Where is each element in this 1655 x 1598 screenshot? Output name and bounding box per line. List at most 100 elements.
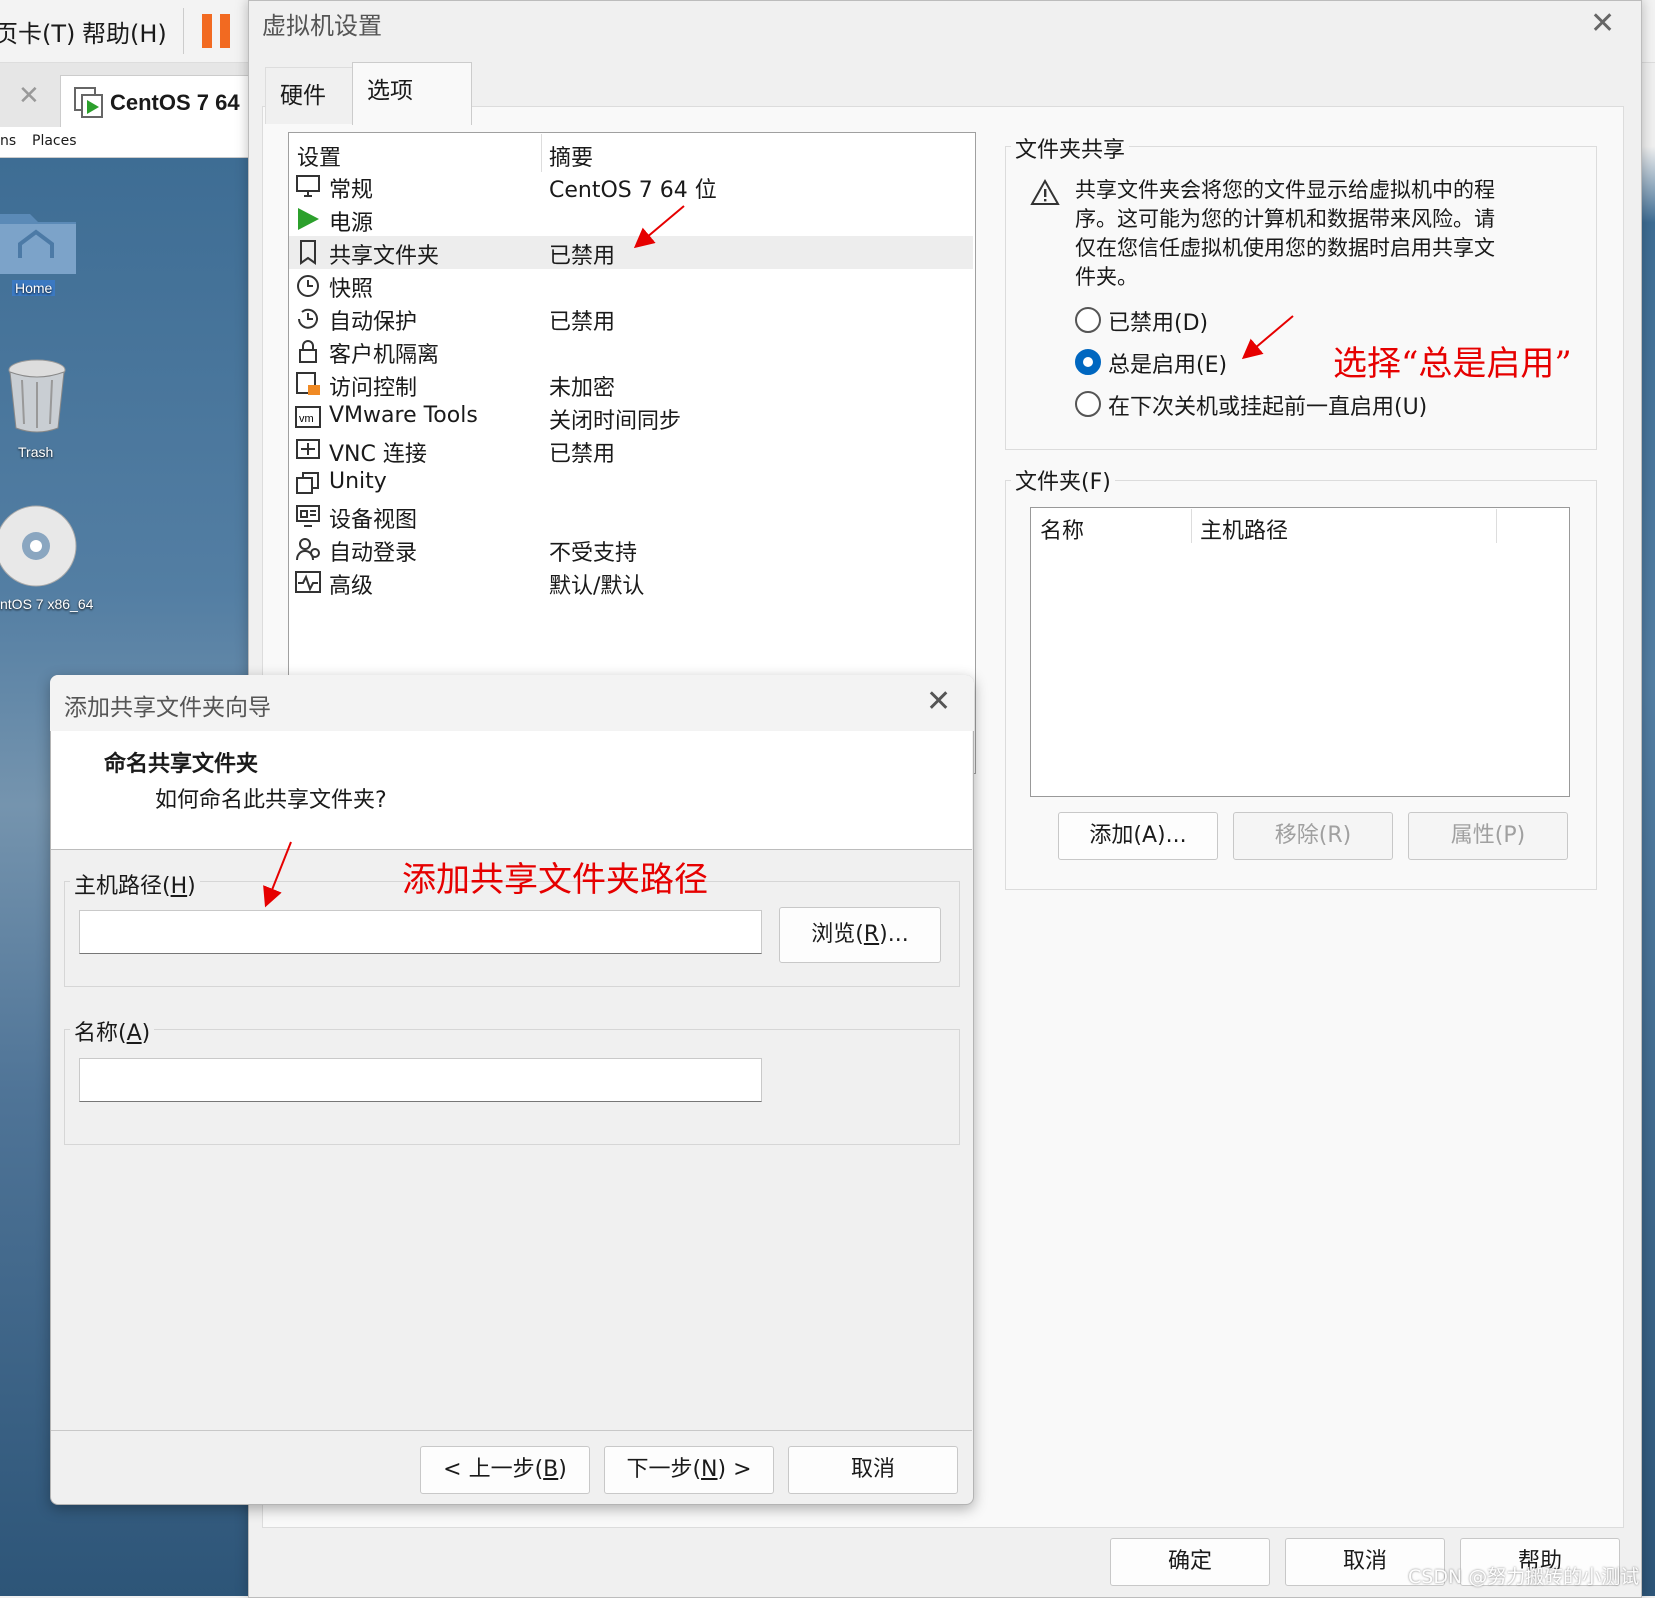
access-control-icon (296, 372, 320, 395)
radio-disabled[interactable] (1075, 307, 1101, 333)
settings-row-summary: 默认/默认 (549, 574, 645, 599)
guest-menu-places[interactable]: Places (32, 133, 77, 149)
vnc-icon (296, 439, 320, 459)
radio-until-poweroff-label[interactable]: 在下次关机或挂起前一直启用(U) (1108, 389, 1427, 421)
close-icon[interactable]: ✕ (1590, 6, 1615, 41)
pause-icon[interactable] (202, 14, 234, 48)
settings-row-summary: 已禁用 (549, 442, 616, 467)
folder-list-col-name: 名称 (1040, 519, 1085, 544)
settings-row-name: Unity (329, 469, 387, 494)
settings-row[interactable]: 自动保护 已禁用 (289, 302, 973, 335)
remove-folder-button[interactable]: 移除(R) (1233, 812, 1393, 860)
back-button[interactable]: < 上一步(B) (420, 1446, 590, 1494)
host-path-label: 主机路径(H) (70, 868, 200, 900)
settings-row-name: 共享文件夹 (329, 244, 440, 269)
settings-row[interactable]: VNC 连接 已禁用 (289, 434, 973, 467)
folder-list-divider-2 (1496, 509, 1497, 543)
settings-row-summary: 不受支持 (549, 541, 638, 566)
warning-icon (1030, 178, 1060, 205)
settings-row[interactable]: 常规 CentOS 7 64 位 (289, 170, 973, 203)
settings-row[interactable]: 共享文件夹 已禁用 (289, 236, 973, 269)
settings-row[interactable]: 设备视图 (289, 500, 973, 533)
settings-row-name: 电源 (329, 211, 374, 236)
settings-row-name: VMware Tools (329, 403, 478, 428)
folder-sharing-title: 文件夹共享 (1011, 132, 1130, 164)
wizard-title: 添加共享文件夹向导 (64, 695, 271, 721)
settings-row[interactable]: vm VMware Tools 关闭时间同步 (289, 401, 973, 434)
menu-tab[interactable]: 页卡(T) (0, 14, 75, 49)
shared-folder-icon (300, 240, 316, 265)
settings-row-name: 高级 (329, 574, 374, 599)
folders-title: 文件夹(F) (1011, 464, 1115, 496)
disc-icon[interactable] (0, 502, 80, 592)
vm-tab-icon (74, 87, 103, 118)
wizard-cancel-button[interactable]: 取消 (788, 1446, 958, 1494)
radio-always-enabled[interactable] (1075, 349, 1101, 375)
settings-row-summary: 已禁用 (549, 244, 616, 269)
settings-row-summary: 关闭时间同步 (549, 409, 682, 434)
settings-row[interactable]: 高级 默认/默认 (289, 566, 973, 599)
autoprotect-icon (298, 308, 318, 329)
folder-properties-button[interactable]: 属性(P) (1408, 812, 1568, 860)
settings-row-name: 自动保护 (329, 310, 418, 335)
advanced-icon (295, 571, 321, 593)
wizard-subheading: 如何命名此共享文件夹? (155, 788, 387, 813)
radio-always-enabled-label[interactable]: 总是启用(E) (1108, 347, 1227, 379)
folder-list-divider (1191, 509, 1192, 543)
host-path-input[interactable] (79, 910, 762, 954)
unity-icon (296, 472, 319, 494)
settings-row-name: 自动登录 (329, 541, 418, 566)
ok-button[interactable]: 确定 (1110, 1538, 1270, 1586)
annotation-add-path: 添加共享文件夹路径 (402, 860, 708, 900)
radio-until-poweroff[interactable] (1075, 391, 1101, 417)
settings-row-summary: 未加密 (549, 376, 616, 401)
trash-icon[interactable] (6, 358, 68, 434)
settings-row-name: 客户机隔离 (329, 343, 440, 368)
tab-options[interactable]: 选项 (352, 62, 472, 125)
desktop-trash-label: Trash (18, 444, 54, 460)
guest-top-bar: ns Places (0, 127, 260, 158)
settings-row-name: 访问控制 (329, 376, 418, 401)
sharing-warning-text: 共享文件夹会将您的文件显示给虚拟机中的程序。这可能为您的计算机和数据带来风险。请… (1075, 178, 1495, 289)
name-label: 名称(A) (70, 1015, 155, 1047)
snapshot-icon (297, 275, 319, 297)
lock-icon (299, 340, 317, 363)
menu-help[interactable]: 帮助(H) (82, 14, 167, 49)
tab-close-icon[interactable]: ✕ (18, 81, 40, 111)
browse-button[interactable]: 浏览(R)... (779, 907, 941, 963)
settings-row-name: VNC 连接 (329, 442, 427, 467)
autologin-icon (296, 538, 320, 561)
vm-tab-label: CentOS 7 64 (110, 90, 240, 115)
name-input[interactable] (79, 1058, 762, 1102)
settings-row-summary: 已禁用 (549, 310, 616, 335)
toolbar-divider (183, 8, 184, 54)
folder-list-col-path: 主机路径 (1200, 519, 1289, 544)
settings-row[interactable]: 电源 (289, 203, 973, 236)
vm-icon: vm (295, 406, 321, 428)
radio-disabled-label[interactable]: 已禁用(D) (1108, 305, 1208, 337)
folder-list[interactable] (1030, 507, 1570, 797)
settings-row[interactable]: 访问控制 未加密 (289, 368, 973, 401)
settings-row[interactable]: 快照 (289, 269, 973, 302)
home-folder-icon[interactable] (0, 206, 78, 276)
monitor-icon (296, 175, 320, 197)
desktop-disc-label: ntOS 7 x86_64 (0, 596, 94, 612)
settings-row[interactable]: 客户机隔离 (289, 335, 973, 368)
wizard-close-icon[interactable]: ✕ (926, 684, 951, 719)
settings-row[interactable]: 自动登录 不受支持 (289, 533, 973, 566)
annotation-select-always: 选择“总是启用” (1333, 344, 1572, 384)
settings-title: 虚拟机设置 (262, 12, 382, 40)
settings-row-name: 快照 (329, 277, 374, 302)
wizard-footer-divider (51, 1430, 972, 1431)
next-button[interactable]: 下一步(N) > (604, 1446, 774, 1494)
device-view-icon (296, 505, 320, 527)
settings-row-name: 常规 (329, 178, 374, 203)
settings-row[interactable]: Unity (289, 467, 973, 500)
list-header-setting: 设置 (297, 146, 342, 171)
svg-text:vm: vm (299, 413, 314, 425)
add-folder-button[interactable]: 添加(A)... (1058, 812, 1218, 860)
desktop-edge (1640, 70, 1655, 1596)
settings-row-summary: CentOS 7 64 位 (549, 178, 717, 203)
list-header-divider (541, 134, 542, 172)
guest-menu-applications[interactable]: ns (0, 133, 16, 149)
